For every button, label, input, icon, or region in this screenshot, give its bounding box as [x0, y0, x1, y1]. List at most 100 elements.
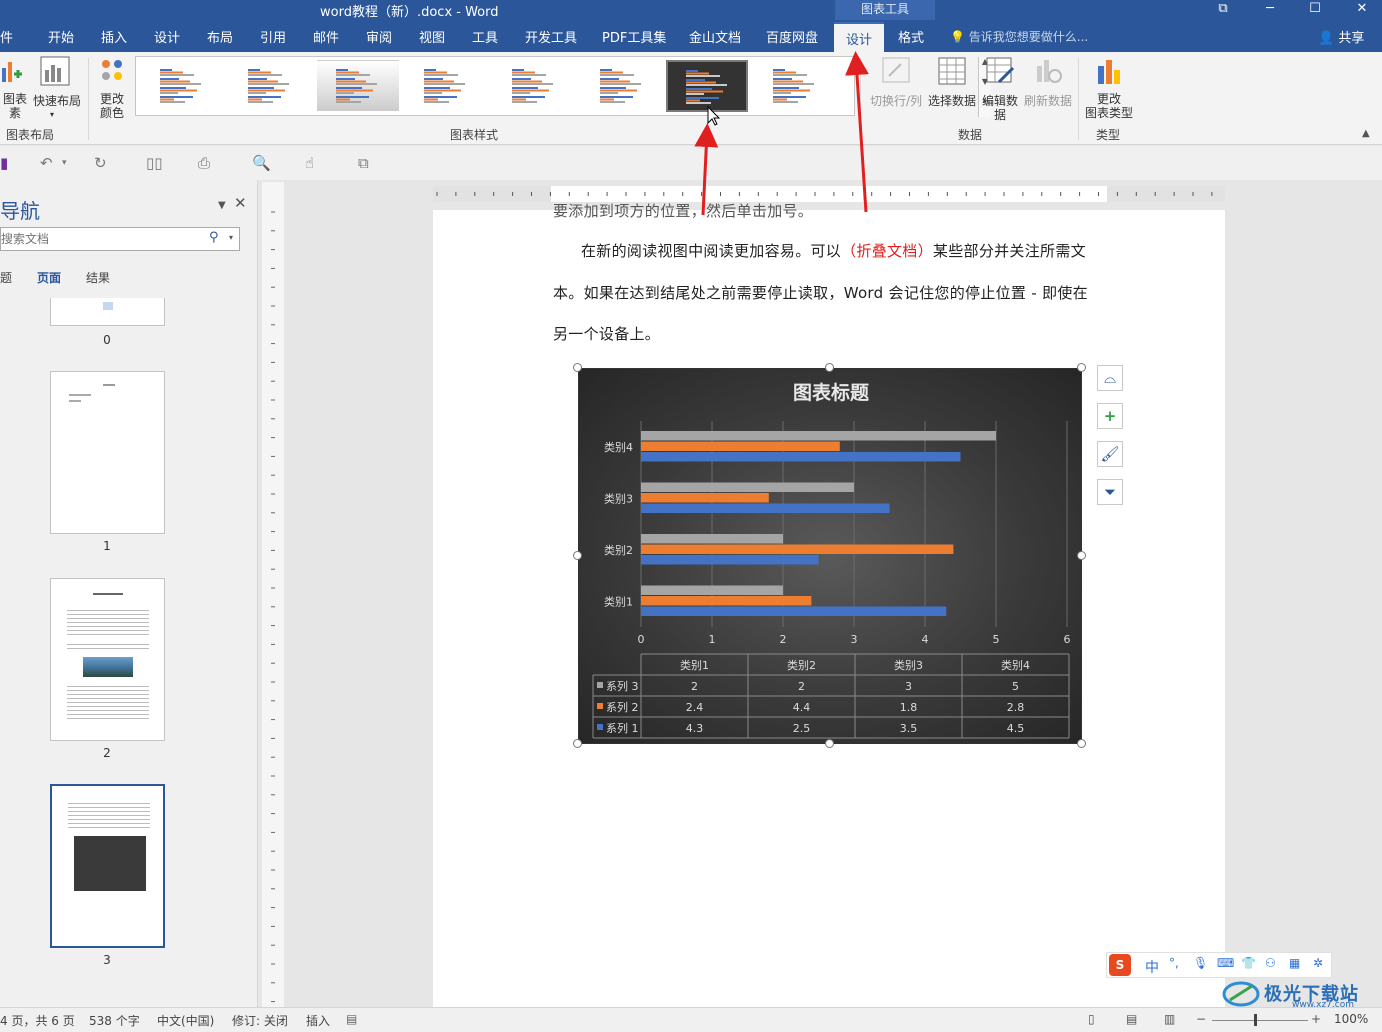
touch-mode-icon[interactable]: ☝ — [305, 154, 314, 172]
restore-icon[interactable]: ⧉ — [1208, 0, 1238, 20]
nav-options-icon[interactable]: ▼ — [218, 200, 226, 211]
resize-handle[interactable] — [825, 739, 834, 748]
bar[interactable] — [641, 431, 996, 441]
settings-icon[interactable]: ✲ — [1313, 956, 1323, 970]
print-icon[interactable]: ⎙ — [198, 154, 210, 172]
maximize-icon[interactable]: ☐ — [1300, 0, 1330, 20]
tab-chart-design[interactable]: 设计 — [834, 22, 885, 52]
tab-mailings[interactable]: 邮件 — [313, 27, 339, 46]
search-input[interactable] — [1, 230, 201, 248]
nav-search-box[interactable]: ⚲ ▾ — [0, 227, 240, 251]
tab-review[interactable]: 审阅 — [366, 27, 392, 46]
add-chart-element-button[interactable]: 图表 素 — [0, 56, 30, 120]
tab-insert[interactable]: 插入 — [101, 27, 127, 46]
change-colors-button[interactable]: 更改 颜色 — [92, 56, 132, 120]
keyboard-icon[interactable]: ⌨ — [1217, 956, 1234, 970]
bar[interactable] — [641, 606, 947, 617]
chart-style-4[interactable] — [405, 60, 487, 112]
chart-style-7-selected[interactable] — [666, 60, 748, 112]
page-thumbnail-2[interactable] — [50, 578, 165, 741]
bar[interactable] — [641, 441, 840, 452]
undo-dropdown-icon[interactable]: ▾ — [62, 158, 67, 168]
search-dropdown-icon[interactable]: ▾ — [229, 233, 233, 242]
punctuation-icon[interactable]: °, — [1169, 956, 1179, 970]
game-icon[interactable]: ⚇ — [1265, 956, 1276, 970]
nav-tab-pages[interactable]: 页面 — [37, 269, 61, 286]
resize-handle[interactable] — [573, 363, 582, 372]
status-pages[interactable]: 4 页，共 6 页 — [0, 1012, 75, 1029]
chart-title[interactable]: 图表标题 — [793, 381, 869, 404]
tab-view[interactable]: 视图 — [419, 27, 445, 46]
status-word-count[interactable]: 538 个字 — [89, 1012, 140, 1029]
chart-style-2[interactable] — [229, 60, 311, 112]
page-thumbnail-0[interactable] — [50, 298, 165, 326]
nav-tab-headings[interactable]: 题 — [0, 269, 12, 286]
chart-elements-icon[interactable]: + — [1097, 403, 1123, 429]
microphone-icon[interactable]: 🎙 — [1193, 956, 1208, 970]
resize-handle[interactable] — [573, 551, 582, 560]
chart-style-5[interactable] — [493, 60, 575, 112]
change-chart-type-button[interactable]: 更改 图表类型 — [1082, 56, 1136, 120]
chart-style-6[interactable] — [581, 60, 663, 112]
nav-tab-results[interactable]: 结果 — [86, 269, 110, 286]
macro-icon[interactable]: ▤ — [346, 1012, 357, 1026]
bar[interactable] — [641, 596, 812, 606]
chart-style-1[interactable] — [141, 60, 223, 112]
bar[interactable] — [641, 555, 819, 565]
bar[interactable] — [641, 493, 769, 503]
resize-handle[interactable] — [1077, 551, 1086, 560]
toolbox-icon[interactable]: ▦ — [1289, 956, 1300, 970]
status-language[interactable]: 中文(中国) — [157, 1012, 214, 1029]
read-mode-view-icon[interactable]: ▯ — [1088, 1012, 1095, 1026]
zoom-in-icon[interactable]: + — [1311, 1012, 1321, 1026]
read-mode-icon[interactable]: ▯▯ — [146, 154, 163, 172]
tell-me-box[interactable]: 💡 告诉我您想要做什么... — [950, 28, 1088, 45]
zoom-out-icon[interactable]: − — [1196, 1012, 1206, 1026]
select-data-button[interactable]: 选择数据 — [926, 56, 978, 120]
share-button[interactable]: 👤 共享 — [1318, 27, 1364, 46]
status-insert-mode[interactable]: 插入 — [306, 1012, 330, 1029]
tab-developer[interactable]: 开发工具 — [525, 27, 577, 46]
layout-options-icon[interactable]: ⌓ — [1097, 365, 1123, 391]
print-preview-icon[interactable]: 🔍 — [252, 154, 271, 172]
tab-design[interactable]: 设计 — [154, 27, 180, 46]
bar[interactable] — [641, 585, 783, 596]
undo-icon[interactable]: ↶ — [40, 154, 53, 172]
resize-handle[interactable] — [1077, 363, 1086, 372]
tab-baidu-netdisk[interactable]: 百度网盘 — [766, 27, 818, 46]
chart-styles-brush-icon[interactable]: 🖌 — [1097, 441, 1123, 467]
print-layout-view-icon[interactable]: ▤ — [1126, 1012, 1137, 1026]
tab-kdocs[interactable]: 金山文档 — [689, 27, 741, 46]
zoom-slider[interactable] — [1212, 1020, 1308, 1021]
page-thumbnail-3-selected[interactable] — [50, 784, 165, 948]
skin-icon[interactable]: 👕 — [1241, 956, 1256, 970]
tab-home[interactable]: 开始 — [48, 27, 74, 46]
chart-styles-gallery[interactable]: ▲ ▼ ▾ — [135, 56, 991, 117]
web-layout-view-icon[interactable]: ▥ — [1164, 1012, 1175, 1026]
document-page[interactable]: 要添加到项方的位置，然后单击加号。 在新的阅读视图中阅读更加容易。可以（折叠文档… — [433, 202, 1225, 1010]
chart-filter-icon[interactable]: ⏷ — [1097, 479, 1123, 505]
tab-pdf-tools[interactable]: PDF工具集 — [602, 27, 666, 46]
tab-tools[interactable]: 工具 — [472, 27, 498, 46]
edit-data-button[interactable]: 编辑数 据 — [978, 56, 1022, 122]
close-icon[interactable]: ✕ — [1347, 0, 1377, 20]
zoom-level[interactable]: 100% — [1334, 1012, 1368, 1026]
chart[interactable]: 图表标题 0 1 2 3 4 5 6 类别1 类别2 类别3 类别4 类别1 类别2 类别3 类别4 系列 3 2… — [578, 368, 1082, 744]
chart-style-3[interactable] — [317, 60, 399, 112]
zoom-slider-thumb[interactable] — [1254, 1014, 1257, 1026]
tab-file[interactable]: 件 — [0, 27, 13, 46]
bar[interactable] — [641, 534, 783, 544]
page-thumbnail-1[interactable] — [50, 371, 165, 534]
bar[interactable] — [641, 544, 954, 555]
minimize-icon[interactable]: ─ — [1255, 0, 1285, 20]
customize-icon[interactable]: ⧉ — [358, 154, 369, 172]
nav-close-icon[interactable]: ✕ — [234, 194, 247, 212]
redo-icon[interactable]: ↻ — [94, 154, 107, 172]
bar[interactable] — [641, 482, 854, 493]
bar[interactable] — [641, 503, 890, 514]
bar[interactable] — [641, 452, 961, 462]
tab-chart-format[interactable]: 格式 — [898, 27, 924, 46]
chart-style-8[interactable] — [754, 60, 836, 112]
tab-references[interactable]: 引用 — [260, 27, 286, 46]
collapse-ribbon-icon[interactable]: ▲ — [1362, 128, 1370, 139]
